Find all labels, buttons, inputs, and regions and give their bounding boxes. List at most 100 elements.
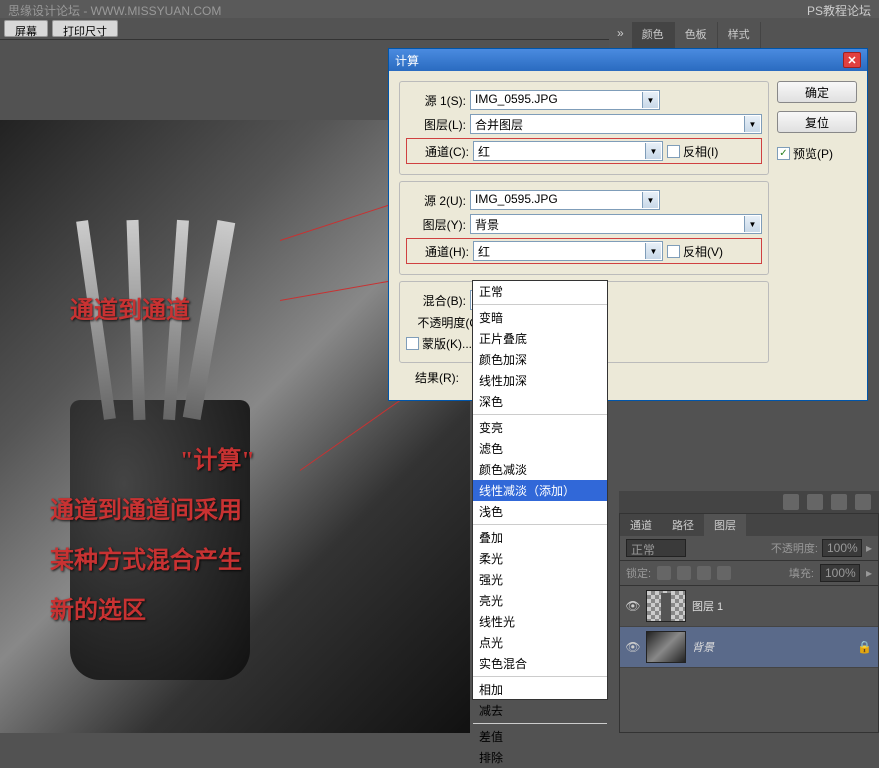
chevron-icon[interactable]: ▸ [866,566,872,580]
blend-option[interactable]: 颜色加深 [473,349,607,370]
mask-label: 蒙版(K)... [422,335,472,352]
dialog-titlebar[interactable]: 计算 ✕ [389,49,867,71]
fill-label: 填充: [789,565,814,581]
source1-label: 源 1(S): [406,92,466,109]
blend-label: 混合(B): [406,292,466,309]
channel2-select[interactable]: 红 ▼ [473,241,663,261]
arrow-icon[interactable]: » [609,22,632,50]
annotation-2: "计算" [180,440,255,475]
channel2-label: 通道(H): [409,243,469,260]
tab-layers[interactable]: 图层 [704,514,746,536]
blend-option[interactable]: 亮光 [473,590,607,611]
layer1-label: 图层(L): [406,116,466,133]
channel1-select[interactable]: 红 ▼ [473,141,663,161]
chevron-down-icon: ▼ [744,116,760,132]
watermark-top: PS教程论坛 [807,4,871,18]
blend-option[interactable]: 正片叠底 [473,328,607,349]
invert1-checkbox[interactable] [667,145,680,158]
blend-option[interactable]: 柔光 [473,548,607,569]
opacity-label: 不透明度: [771,540,818,556]
close-icon[interactable]: ✕ [843,52,861,68]
layers-panel: 通道 路径 图层 正常 不透明度: 100% ▸ 锁定: 填充: 100% ▸ … [619,513,879,733]
blend-option[interactable]: 差值 [473,726,607,747]
opacity-input[interactable]: 100% [822,539,862,557]
blend-option[interactable]: 相加 [473,679,607,700]
blend-option[interactable]: 减去 [473,700,607,721]
tab-swatches[interactable]: 色板 [675,22,718,50]
channel1-label: 通道(C): [409,143,469,160]
source1-select[interactable]: IMG_0595.JPG ▼ [470,90,660,110]
layer-item[interactable]: 👁 图层 1 [620,586,878,627]
lock-position-icon[interactable] [697,566,711,580]
chevron-down-icon: ▼ [642,192,658,208]
blend-option[interactable]: 颜色减淡 [473,459,607,480]
layer-thumbnail[interactable] [646,590,686,622]
invert2-label: 反相(V) [683,243,723,260]
blend-option[interactable]: 实色混合 [473,653,607,674]
footer-icon[interactable] [831,494,847,510]
watermark-left: 思缘设计论坛 - WWW.MISSYUAN.COM [8,2,221,16]
tab-color[interactable]: 颜色 [632,22,675,50]
chevron-icon[interactable]: ▸ [866,541,872,555]
chevron-down-icon: ▼ [645,243,661,259]
chevron-down-icon: ▼ [645,143,661,159]
layer-item[interactable]: 👁 背景 🔒 [620,627,878,668]
layer-thumbnail[interactable] [646,631,686,663]
blend-option[interactable]: 叠加 [473,527,607,548]
trash-icon[interactable] [855,494,871,510]
tab-channels[interactable]: 通道 [620,514,662,536]
panel-footer [619,491,879,513]
footer-icon[interactable] [807,494,823,510]
mask-checkbox[interactable] [406,337,419,350]
side-panel-tabs: » 颜色 色板 样式 [609,22,879,50]
layer1-select[interactable]: 合并图层 ▼ [470,114,762,134]
blend-mode-dropdown[interactable]: 正常 变暗 正片叠底 颜色加深 线性加深 深色 变亮 滤色 颜色减淡 线性减淡（… [472,280,608,700]
watermark-bar: 思缘设计论坛 - WWW.MISSYUAN.COM PS教程论坛 BBS.16X… [0,0,879,18]
dialog-title-text: 计算 [395,52,419,69]
footer-icon[interactable] [783,494,799,510]
annotation-1: 通道到通道 [70,290,190,325]
blend-option[interactable]: 线性光 [473,611,607,632]
invert2-checkbox[interactable] [667,245,680,258]
blend-option[interactable]: 线性加深 [473,370,607,391]
reset-button[interactable]: 复位 [777,111,857,133]
layer2-select[interactable]: 背景 ▼ [470,214,762,234]
blend-option[interactable]: 滤色 [473,438,607,459]
blend-mode-select[interactable]: 正常 [626,539,686,557]
calculations-dialog: 计算 ✕ 源 1(S): IMG_0595.JPG ▼ 图层(L): 合并图层 … [388,48,868,401]
lock-label: 锁定: [626,565,651,581]
blend-option-selected[interactable]: 线性减淡（添加） [473,480,607,501]
blend-option[interactable]: 强光 [473,569,607,590]
result-label: 结果(R): [399,369,459,386]
tab-paths[interactable]: 路径 [662,514,704,536]
preview-checkbox[interactable]: ✓ [777,147,790,160]
screen-button[interactable]: 屏幕 [4,20,48,37]
annotation-3: 通道到通道间采用 [50,490,242,525]
lock-all-icon[interactable] [717,566,731,580]
print-size-button[interactable]: 打印尺寸 [52,20,118,37]
ok-button[interactable]: 确定 [777,81,857,103]
lock-transparent-icon[interactable] [657,566,671,580]
blend-option[interactable]: 点光 [473,632,607,653]
blend-option[interactable]: 变亮 [473,417,607,438]
visibility-icon[interactable]: 👁 [626,640,640,654]
lock-pixels-icon[interactable] [677,566,691,580]
blend-option[interactable]: 浅色 [473,501,607,522]
fill-input[interactable]: 100% [820,564,860,582]
layer-name: 图层 1 [692,598,723,614]
source2-group: 源 2(U): IMG_0595.JPG ▼ 图层(Y): 背景 ▼ 通道(H)… [399,181,769,275]
source1-group: 源 1(S): IMG_0595.JPG ▼ 图层(L): 合并图层 ▼ 通道(… [399,81,769,175]
annotation-5: 新的选区 [50,590,146,625]
blend-option[interactable]: 正常 [473,281,607,302]
chevron-down-icon: ▼ [744,216,760,232]
tab-styles[interactable]: 样式 [718,22,761,50]
layer2-label: 图层(Y): [406,216,466,233]
blend-option[interactable]: 变暗 [473,307,607,328]
visibility-icon[interactable]: 👁 [626,599,640,613]
preview-label: 预览(P) [793,145,833,162]
blend-option[interactable]: 排除 [473,747,607,768]
chevron-down-icon: ▼ [642,92,658,108]
source2-select[interactable]: IMG_0595.JPG ▼ [470,190,660,210]
blend-option[interactable]: 深色 [473,391,607,412]
source2-label: 源 2(U): [406,192,466,209]
